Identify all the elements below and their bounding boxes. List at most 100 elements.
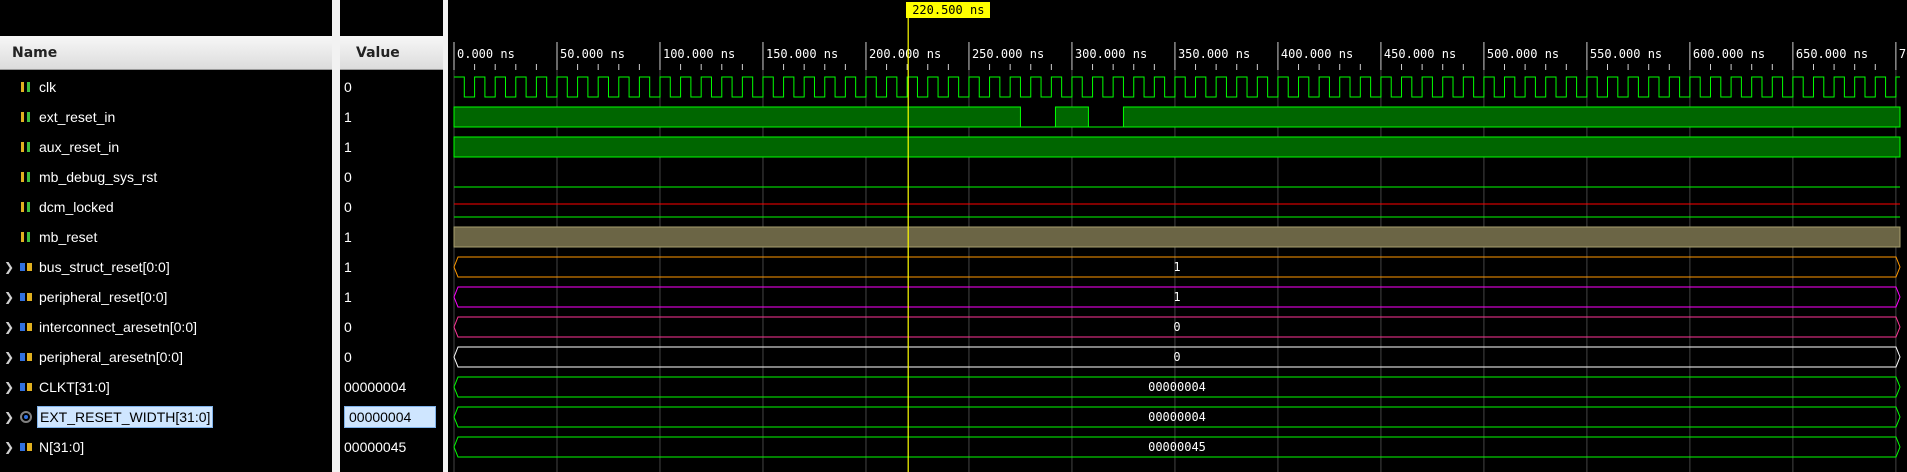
name-column-label: Name: [12, 44, 58, 61]
ruler-tick-label: 400.000 ns: [1281, 47, 1353, 61]
signal-name: mb_debug_sys_rst: [39, 169, 158, 185]
ruler-tick-label: 100.000 ns: [663, 47, 735, 61]
signal-name: peripheral_aresetn[0:0]: [39, 349, 183, 365]
signal-name: CLKT[31:0]: [39, 379, 110, 395]
signal-value: 1: [340, 252, 443, 282]
signal-name: N[31:0]: [39, 439, 85, 455]
signal-value: 1: [340, 102, 443, 132]
cursor-time-marker[interactable]: 220.500 ns: [906, 2, 991, 18]
bit-signal-icon: [18, 110, 34, 124]
bus-value-label: 1: [1173, 260, 1180, 274]
bit-signal-icon: [18, 170, 34, 184]
expand-chevron-icon[interactable]: ❯: [0, 440, 18, 454]
signal-value-text: 0: [344, 319, 352, 335]
signal-value: 00000004: [340, 402, 443, 432]
waveform-area[interactable]: 0.000 ns 50.000 ns 100.000 ns 150.000 ns 200…: [448, 0, 1907, 472]
signal-value-text: 00000045: [344, 439, 407, 455]
expand-chevron-icon[interactable]: ❯: [0, 380, 18, 394]
bus-signal-icon: [18, 380, 34, 394]
ruler-tick-label: 500.000 ns: [1487, 47, 1559, 61]
ruler-tick-label: 250.000 ns: [972, 47, 1044, 61]
signal-name: ext_reset_in: [39, 109, 116, 125]
bus-value-label: 1: [1173, 290, 1180, 304]
signal-name: dcm_locked: [39, 199, 114, 215]
expand-chevron-icon[interactable]: ❯: [0, 260, 18, 274]
signal-value-text: 0: [344, 169, 352, 185]
bus-value-label: 0: [1173, 320, 1180, 334]
name-column-header[interactable]: Name: [0, 36, 332, 70]
waveform-viewer: Name Value clk 0 ext_reset_in 1 aux_reset_in…: [0, 0, 1907, 472]
ext-reset-waveform: [453, 106, 1901, 128]
signal-row[interactable]: ❯ CLKT[31:0]: [0, 372, 332, 402]
signal-value-text: 1: [344, 289, 352, 305]
value-column-label: Value: [356, 44, 400, 61]
signal-row[interactable]: mb_debug_sys_rst: [0, 162, 332, 192]
signal-value-text: 1: [344, 259, 352, 275]
signal-value: 0: [340, 72, 443, 102]
signal-value-text: 0: [344, 349, 352, 365]
signal-row[interactable]: ext_reset_in: [0, 102, 332, 132]
bus-signal-icon: [18, 260, 34, 274]
expand-chevron-icon[interactable]: ❯: [0, 320, 18, 334]
expand-chevron-icon[interactable]: ❯: [0, 290, 18, 304]
column-splitter[interactable]: [332, 0, 340, 472]
value-column-header[interactable]: Value: [340, 36, 443, 70]
signal-value: 1: [340, 132, 443, 162]
signal-name: mb_reset: [39, 229, 98, 245]
signal-value-text: 00000004: [344, 379, 407, 395]
bus-value-label: 00000004: [1148, 380, 1206, 394]
signal-row[interactable]: ❯ peripheral_aresetn[0:0]: [0, 342, 332, 372]
signal-name: bus_struct_reset[0:0]: [39, 259, 170, 275]
signal-value-text: 1: [344, 139, 352, 155]
ruler-tick-label: 50.000 ns: [560, 47, 625, 61]
signal-row[interactable]: ❯ bus_struct_reset[0:0]: [0, 252, 332, 282]
signal-row[interactable]: ❯ N[31:0]: [0, 432, 332, 462]
bus-value-label: 00000004: [1148, 410, 1206, 424]
ruler-tick-label: 550.000 ns: [1590, 47, 1662, 61]
signal-row[interactable]: mb_reset: [0, 222, 332, 252]
signal-row[interactable]: clk: [0, 72, 332, 102]
signal-value-text: 00000004: [344, 406, 436, 428]
bus-signal-icon: [18, 440, 34, 454]
ruler-tick-label: 350.000 ns: [1178, 47, 1250, 61]
mb-reset-waveform: [453, 226, 1901, 248]
expand-chevron-icon[interactable]: ❯: [0, 410, 18, 424]
ruler-tick-label: 200.000 ns: [869, 47, 941, 61]
signal-row[interactable]: ❯ EXT_RESET_WIDTH[31:0]: [0, 402, 332, 432]
signal-row[interactable]: aux_reset_in: [0, 132, 332, 162]
expand-chevron-icon[interactable]: ❯: [0, 350, 18, 364]
signal-row[interactable]: ❯ interconnect_aresetn[0:0]: [0, 312, 332, 342]
bus-signal-icon: [18, 350, 34, 364]
signal-name: EXT_RESET_WIDTH[31:0]: [37, 406, 214, 428]
signal-value-text: 0: [344, 79, 352, 95]
bit-signal-icon: [18, 140, 34, 154]
bit-signal-icon: [18, 200, 34, 214]
signal-row[interactable]: ❯ peripheral_reset[0:0]: [0, 282, 332, 312]
ruler-tick-label: 450.000 ns: [1384, 47, 1456, 61]
signal-name: peripheral_reset[0:0]: [39, 289, 168, 305]
signal-name: interconnect_aresetn[0:0]: [39, 319, 197, 335]
signal-value: 00000045: [340, 432, 443, 462]
signal-value: 0: [340, 192, 443, 222]
signal-value: 1: [340, 222, 443, 252]
signal-value: 0: [340, 162, 443, 192]
signal-value-text: 1: [344, 109, 352, 125]
waveform-canvas[interactable]: 0.000 ns 50.000 ns 100.000 ns 150.000 ns 200…: [448, 0, 1907, 472]
parameter-icon: [18, 410, 34, 424]
bus-signal-icon: [18, 290, 34, 304]
signal-value-text: 1: [344, 229, 352, 245]
bit-signal-icon: [18, 230, 34, 244]
signal-name: clk: [39, 79, 57, 95]
bus-value-label: 00000045: [1148, 440, 1206, 454]
signal-row[interactable]: dcm_locked: [0, 192, 332, 222]
signal-value-text: 0: [344, 199, 352, 215]
ruler-tick-label: 600.000 ns: [1693, 47, 1765, 61]
clk-waveform: [454, 76, 1900, 98]
bus-signal-icon: [18, 320, 34, 334]
ruler-tick-label: 700.000: [1899, 47, 1907, 61]
aux-reset-waveform: [453, 136, 1901, 158]
ruler-tick-label: 150.000 ns: [766, 47, 838, 61]
signal-name: aux_reset_in: [39, 139, 120, 155]
bit-signal-icon: [18, 80, 34, 94]
signal-value: 00000004: [340, 372, 443, 402]
